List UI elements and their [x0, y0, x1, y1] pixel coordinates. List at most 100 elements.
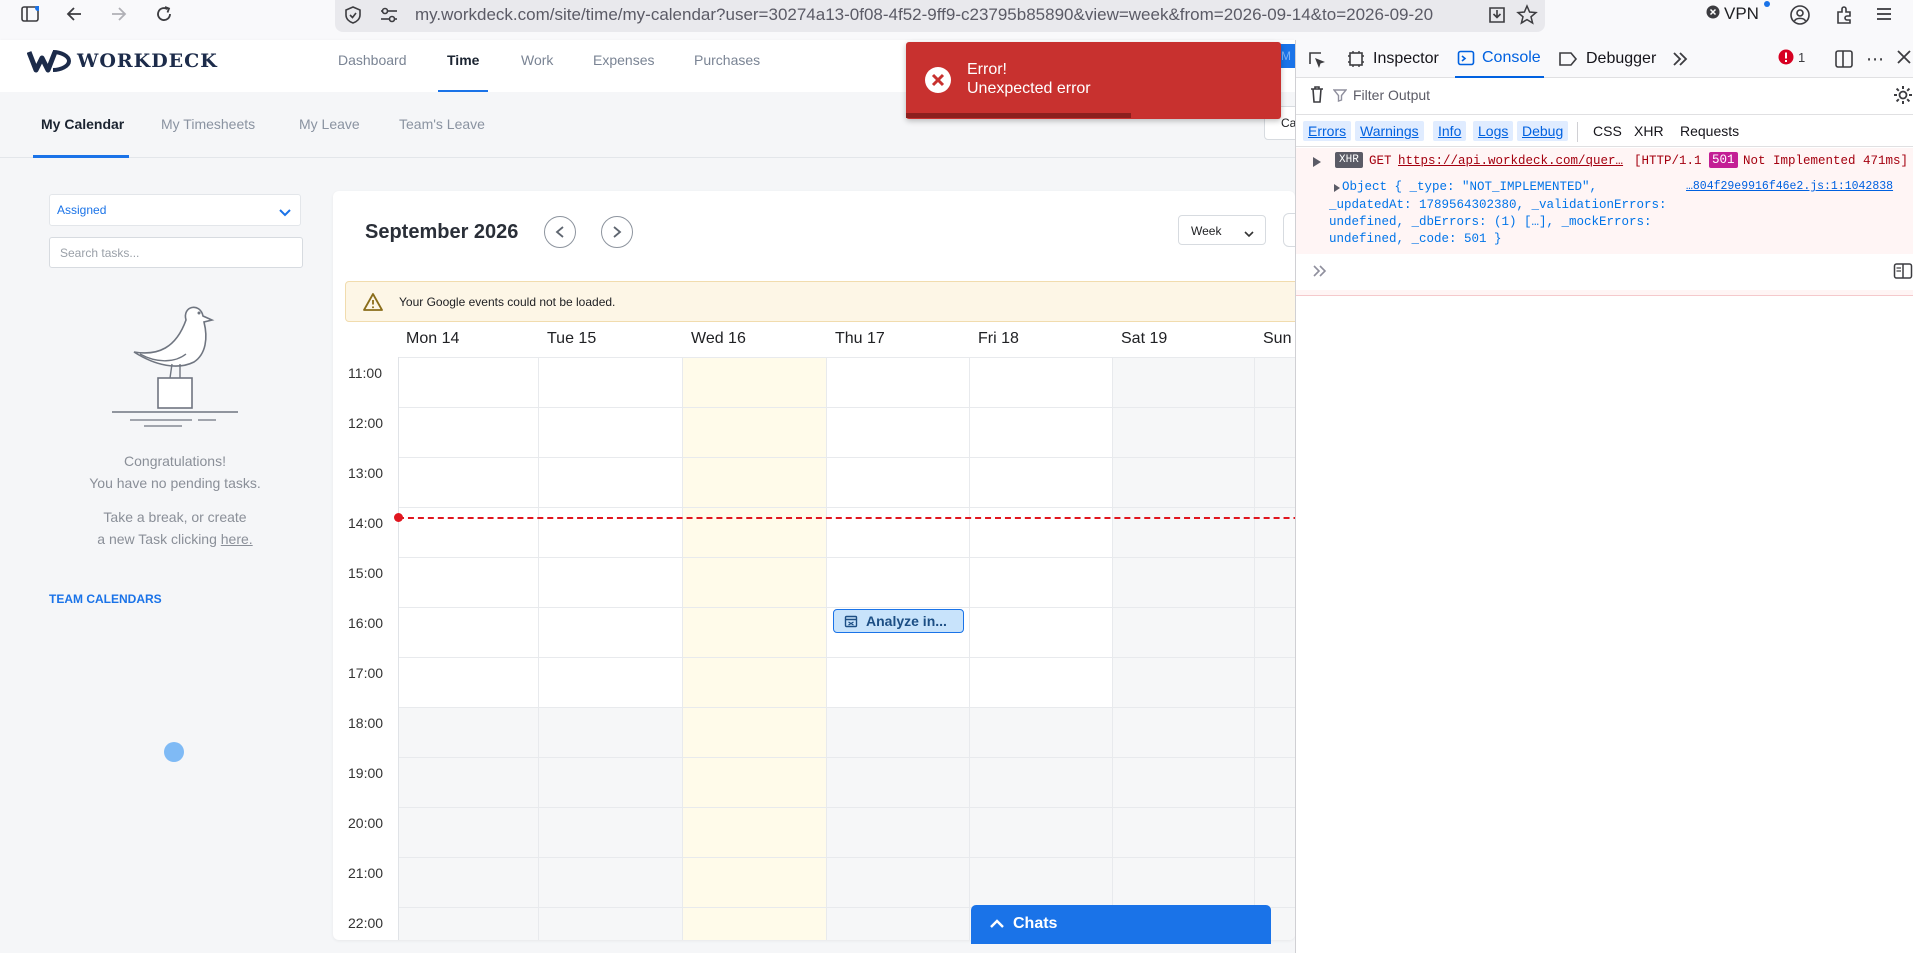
calendar-cell[interactable]	[683, 607, 827, 657]
task-filter-select[interactable]: Assigned	[49, 194, 301, 226]
calendar-event[interactable]: Analyze in...	[833, 609, 964, 633]
calendar-cell[interactable]	[539, 507, 683, 557]
source-link[interactable]: …804f29e9916f46e2.js:1:1042838	[1686, 180, 1893, 193]
calendar-cell[interactable]	[970, 357, 1113, 407]
calendar-cell[interactable]	[970, 757, 1113, 807]
menu-icon[interactable]	[1874, 4, 1894, 29]
create-task-link[interactable]: here.	[221, 531, 253, 547]
element-picker-icon[interactable]	[1306, 49, 1328, 76]
save-to-pocket-icon[interactable]	[1487, 5, 1507, 30]
calendar-cell[interactable]	[1113, 707, 1255, 757]
filter-info[interactable]: Info	[1433, 121, 1467, 141]
calendar-cell[interactable]	[398, 607, 539, 657]
address-bar[interactable]: my.workdeck.com/site/time/my-calendar?us…	[335, 0, 1545, 32]
error-toast[interactable]: Error! Unexpected error	[906, 42, 1281, 119]
calendar-cell[interactable]	[1255, 407, 1295, 457]
tab-debugger[interactable]: Debugger	[1558, 40, 1656, 78]
calendar-cell[interactable]	[683, 757, 827, 807]
calendar-cell[interactable]	[827, 407, 970, 457]
filter-warnings[interactable]: Warnings	[1355, 121, 1424, 141]
calendar-cell[interactable]	[539, 857, 683, 907]
console-input[interactable]	[1296, 254, 1913, 290]
calendar-cell[interactable]	[1255, 707, 1295, 757]
calendar-cell[interactable]	[1255, 807, 1295, 857]
shield-icon[interactable]	[343, 5, 363, 30]
tab-teams-leave[interactable]: Team's Leave	[399, 116, 485, 132]
calendar-cell[interactable]	[827, 807, 970, 857]
search-tasks-input[interactable]	[49, 237, 303, 268]
calendar-cell[interactable]	[1255, 657, 1295, 707]
calendar-cell[interactable]	[827, 557, 970, 607]
tab-my-timesheets[interactable]: My Timesheets	[161, 116, 255, 132]
calendar-cell[interactable]	[827, 457, 970, 507]
calendar-cell[interactable]	[827, 857, 970, 907]
more-options-icon[interactable]: ⋯	[1866, 49, 1884, 70]
error-count-badge[interactable]: 1	[1778, 49, 1805, 65]
calendar-cell[interactable]	[683, 857, 827, 907]
calendar-cell[interactable]	[1255, 457, 1295, 507]
dock-side-icon[interactable]	[1834, 49, 1854, 74]
tab-console[interactable]: Console	[1455, 40, 1544, 78]
filter-errors[interactable]: Errors	[1303, 121, 1352, 141]
filter-css[interactable]: CSS	[1588, 121, 1627, 141]
calendar-cell[interactable]	[398, 407, 539, 457]
tab-inspector[interactable]: Inspector	[1347, 40, 1439, 78]
filter-xhr[interactable]: XHR	[1629, 121, 1669, 141]
calendar-cell[interactable]	[539, 807, 683, 857]
calendar-cell[interactable]	[683, 807, 827, 857]
calendar-cell[interactable]	[683, 357, 827, 407]
calendar-cell[interactable]	[970, 457, 1113, 507]
vpn-button[interactable]: VPN	[1706, 1, 1770, 25]
bookmark-star-icon[interactable]	[1516, 4, 1538, 31]
calendar-cell[interactable]	[1113, 657, 1255, 707]
calendar-cell[interactable]	[1255, 557, 1295, 607]
calendar-cell[interactable]	[539, 407, 683, 457]
page-settings-icon[interactable]	[379, 7, 399, 28]
calendar-cell[interactable]	[539, 757, 683, 807]
calendar-cell[interactable]	[827, 757, 970, 807]
calendar-cell[interactable]	[539, 457, 683, 507]
chats-button[interactable]: Chats	[971, 905, 1271, 944]
calendar-cell[interactable]	[398, 507, 539, 557]
calendar-cell[interactable]	[539, 707, 683, 757]
calendar-cell[interactable]	[539, 907, 683, 940]
editor-mode-icon[interactable]	[1893, 262, 1913, 285]
calendar-cell[interactable]	[1255, 607, 1295, 657]
calendar-cell[interactable]	[1113, 757, 1255, 807]
nav-work[interactable]: Work	[521, 52, 553, 68]
extensions-icon[interactable]	[1834, 4, 1856, 31]
nav-dashboard[interactable]: Dashboard	[338, 52, 407, 68]
calendar-cell[interactable]	[683, 907, 827, 940]
calendar-cell[interactable]	[1113, 807, 1255, 857]
calendar-cell[interactable]	[539, 557, 683, 607]
calendar-cell[interactable]	[1113, 457, 1255, 507]
account-icon[interactable]	[1789, 4, 1811, 31]
workdeck-logo[interactable]: WORKDECK	[27, 48, 218, 74]
request-url[interactable]: https://api.workdeck.com/quer…	[1398, 154, 1623, 168]
filter-output-input[interactable]: Filter Output	[1333, 80, 1873, 110]
clear-console-icon[interactable]	[1308, 84, 1326, 109]
calendar-cell[interactable]	[1113, 857, 1255, 907]
calendar-cell[interactable]	[970, 857, 1113, 907]
calendar-cell[interactable]	[398, 657, 539, 707]
calendar-cell[interactable]	[398, 707, 539, 757]
calendar-cell[interactable]	[970, 507, 1113, 557]
reload-icon[interactable]	[152, 0, 176, 28]
calendar-cell[interactable]	[970, 607, 1113, 657]
calendar-cell[interactable]	[539, 607, 683, 657]
filter-debug[interactable]: Debug	[1517, 121, 1569, 141]
calendar-cell[interactable]	[1255, 857, 1295, 907]
calendar-cell[interactable]	[970, 807, 1113, 857]
calendar-cell[interactable]	[683, 407, 827, 457]
nav-time[interactable]: Time	[447, 52, 479, 68]
calendar-cell[interactable]	[827, 507, 970, 557]
calendar-cell[interactable]	[683, 557, 827, 607]
calendar-cell[interactable]	[683, 657, 827, 707]
team-calendars-heading[interactable]: TEAM CALENDARS	[49, 592, 162, 606]
console-settings-icon[interactable]	[1892, 84, 1913, 111]
calendar-cell[interactable]	[539, 657, 683, 707]
expand-arrow-icon[interactable]	[1312, 156, 1322, 172]
calendar-cell[interactable]	[398, 457, 539, 507]
calendar-cell[interactable]	[970, 657, 1113, 707]
calendar-cell[interactable]	[1113, 557, 1255, 607]
